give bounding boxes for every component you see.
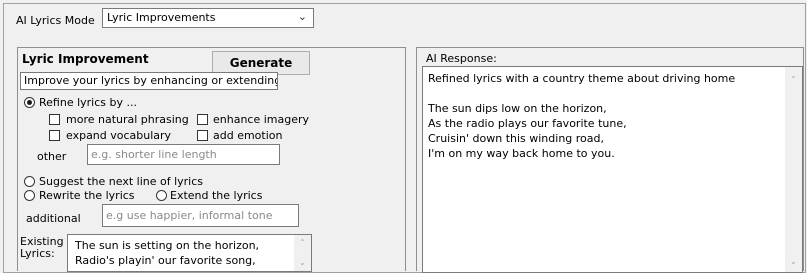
refine-label: Refine lyrics by ... [39, 96, 137, 109]
extend-label: Extend the lyrics [170, 189, 263, 202]
existing-line-2: Radio's playin' our favorite song, [75, 254, 256, 267]
rewrite-radio[interactable] [24, 190, 35, 201]
existing-line-1: The sun is setting on the horizon, [75, 239, 260, 252]
add-emotion-checkbox[interactable] [197, 130, 208, 141]
response-line-2 [428, 86, 735, 101]
mode-label: AI Lyrics Mode [16, 14, 95, 27]
other-label: other [37, 150, 67, 163]
other-input[interactable]: e.g. shorter line length [87, 144, 280, 165]
response-line-4: As the radio plays our favorite tune, [428, 117, 627, 130]
response-line-1: Refined lyrics with a country theme abou… [428, 72, 736, 85]
mode-selected-value: Lyric Improvements [107, 11, 216, 24]
existing-lyrics-label: Existing Lyrics: [20, 236, 64, 260]
existing-lyrics-scrollbar[interactable]: ⌃ ⌄ [294, 235, 311, 271]
refine-radio[interactable] [24, 97, 35, 108]
additional-input[interactable]: e.g use happier, informal tone [102, 204, 299, 227]
mode-dropdown[interactable]: Lyric Improvements ⌄ [102, 8, 314, 28]
response-line-3: The sun dips low on the horizon, [428, 102, 607, 115]
response-line-5: Cruisin' down this winding road, [428, 132, 604, 145]
expand-vocabulary-label: expand vocabulary [66, 129, 172, 142]
add-emotion-label: add emotion [213, 129, 283, 142]
ai-response-text: Refined lyrics with a country theme abou… [428, 71, 735, 161]
natural-phrasing-label: more natural phrasing [66, 113, 189, 126]
scroll-down-icon[interactable]: ⌄ [299, 258, 306, 267]
improvement-mode-field[interactable]: Improve your lyrics by enhancing or exte… [20, 72, 278, 90]
ai-response-textarea[interactable]: Refined lyrics with a country theme abou… [422, 66, 803, 273]
ai-response-label: AI Response: [426, 52, 497, 65]
scroll-up-icon[interactable]: ⌃ [790, 75, 797, 84]
enhance-imagery-label: enhance imagery [213, 113, 310, 126]
extend-radio[interactable] [156, 190, 167, 201]
additional-label: additional [26, 212, 81, 225]
ai-response-scrollbar[interactable]: ⌃ ⌄ [785, 67, 802, 272]
expand-vocabulary-checkbox[interactable] [49, 130, 60, 141]
scroll-down-icon[interactable]: ⌄ [790, 257, 797, 266]
existing-lyrics-textarea[interactable]: The sun is setting on the horizon, Radio… [67, 234, 312, 272]
scroll-up-icon[interactable]: ⌃ [299, 238, 306, 247]
chevron-down-icon: ⌄ [297, 10, 307, 23]
existing-label-line2: Lyrics: [20, 247, 55, 260]
suggest-label: Suggest the next line of lyrics [39, 175, 204, 188]
suggest-radio[interactable] [24, 176, 35, 187]
panel-title: Lyric Improvement [22, 52, 149, 66]
natural-phrasing-checkbox[interactable] [49, 114, 60, 125]
enhance-imagery-checkbox[interactable] [197, 114, 208, 125]
rewrite-label: Rewrite the lyrics [39, 189, 135, 202]
response-line-6: I'm on my way back home to you. [428, 147, 615, 160]
